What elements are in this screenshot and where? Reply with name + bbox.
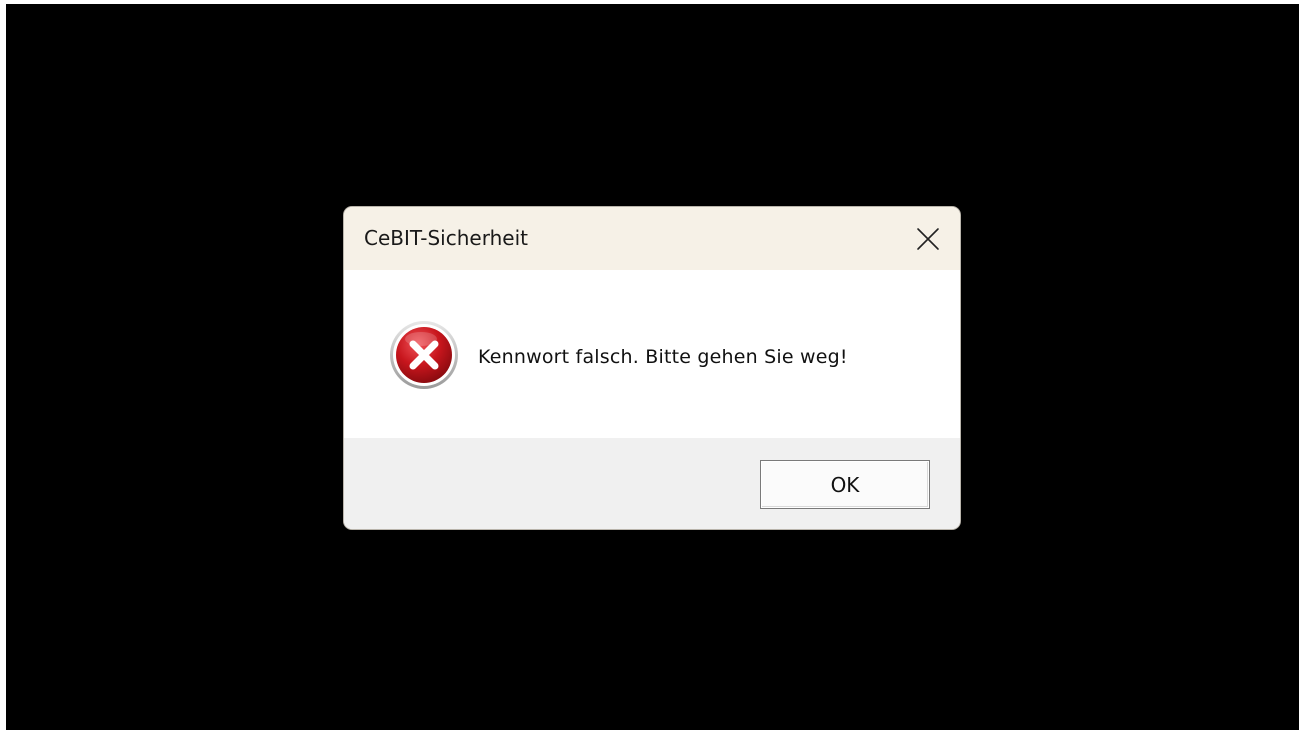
dialog-title: CeBIT-Sicherheit xyxy=(364,226,528,250)
ok-button[interactable]: OK xyxy=(760,460,930,509)
dialog-footer: OK xyxy=(344,438,960,529)
close-button[interactable] xyxy=(896,207,960,270)
error-icon xyxy=(390,321,458,389)
error-message: Kennwort falsch. Bitte gehen Sie weg! xyxy=(478,346,848,368)
dialog-titlebar[interactable]: CeBIT-Sicherheit xyxy=(344,207,960,270)
close-icon xyxy=(917,227,939,250)
message-dialog: CeBIT-Sicherheit Kennwort falsch. Bitte … xyxy=(344,207,960,529)
dialog-content: Kennwort falsch. Bitte gehen Sie weg! xyxy=(344,270,960,438)
